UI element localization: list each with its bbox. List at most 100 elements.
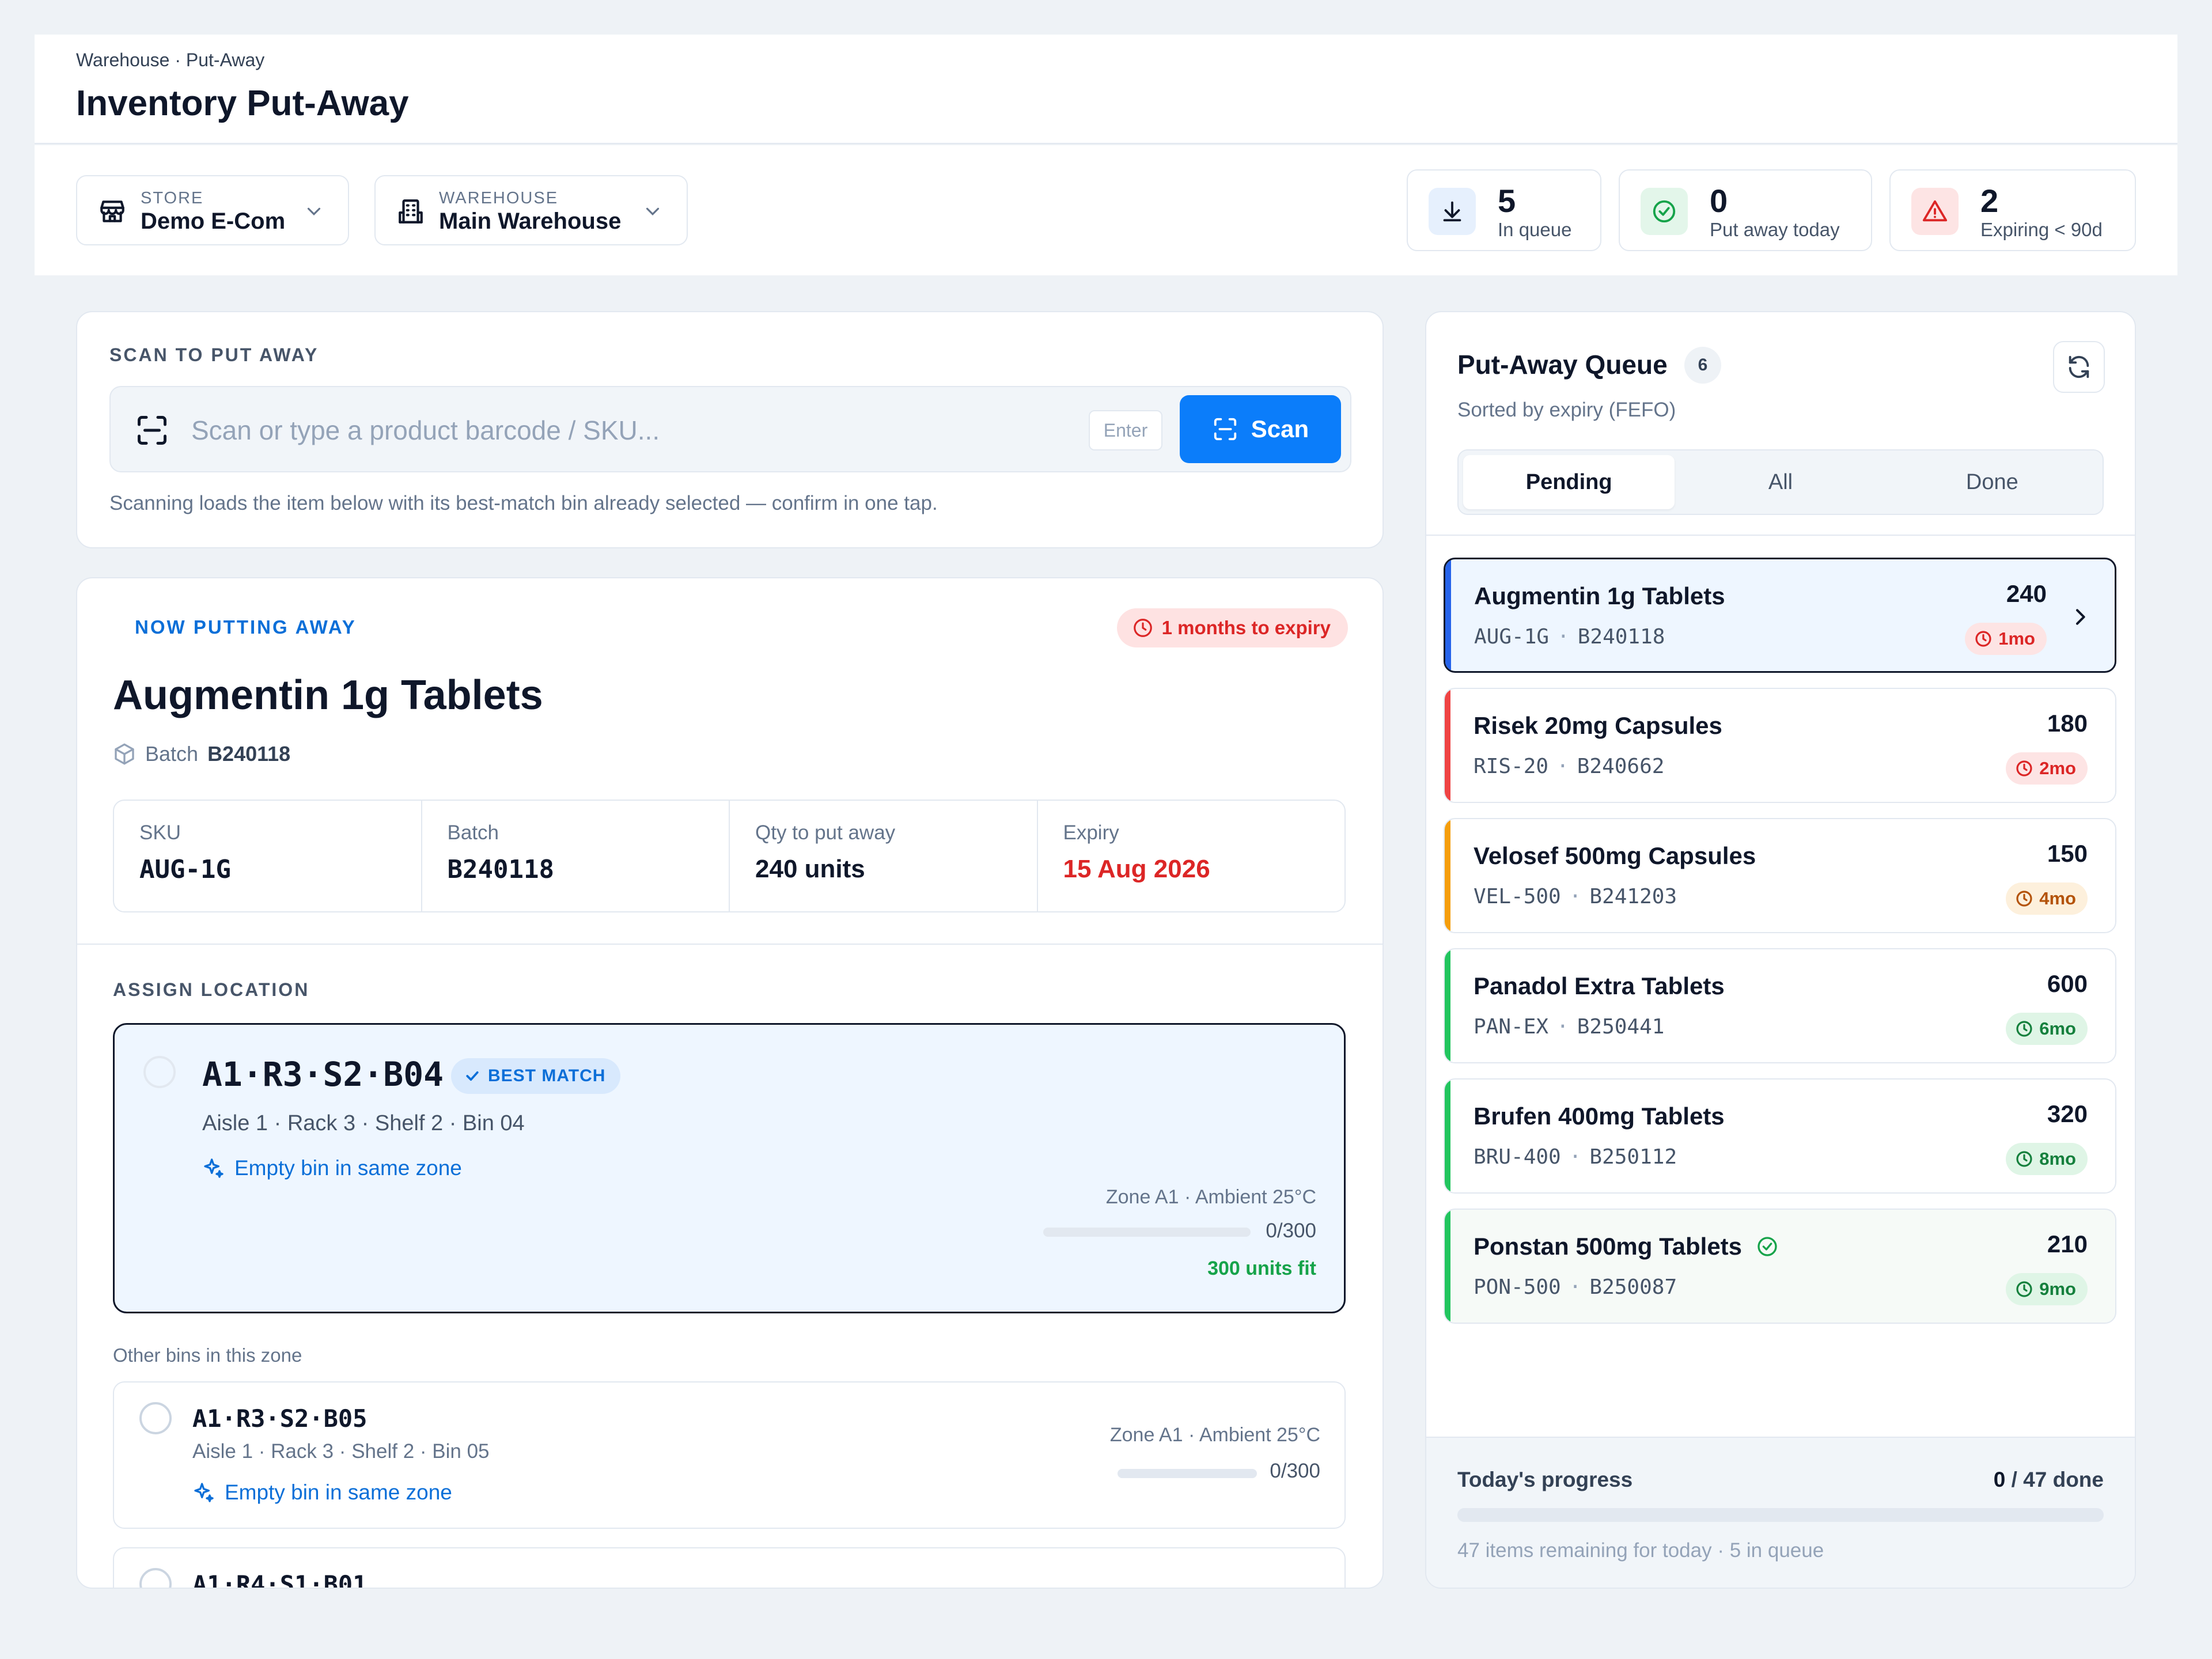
page-title: Inventory Put-Away xyxy=(76,84,409,123)
queue-item[interactable]: Brufen 400mg Tablets BRU-400 · B250112 320 8m… xyxy=(1444,1078,2116,1194)
expiry-pill: 4mo xyxy=(2006,882,2088,915)
queue-item-batch: B250441 xyxy=(1577,1015,1665,1039)
tab-done[interactable]: Done xyxy=(1887,455,2098,509)
info-qty: Qty to put away 240 units xyxy=(730,801,1038,911)
progress-done: 0 xyxy=(1993,1468,2006,1491)
chevron-down-icon xyxy=(646,207,660,215)
warehouse-selector-value: Main Warehouse xyxy=(439,209,622,234)
queue-item-sku: RIS-20 xyxy=(1474,755,1549,778)
tab-pending[interactable]: Pending xyxy=(1463,455,1675,509)
expiry-stripe xyxy=(1445,1080,1450,1192)
queue-item-qty: 240 xyxy=(2006,580,2047,607)
queue-item-name: Velosef 500mg Capsules xyxy=(1474,842,1756,870)
store-selector[interactable]: STORE Demo E-Com xyxy=(76,175,349,245)
queue-count-badge: 6 xyxy=(1684,347,1721,384)
separator-dot: · xyxy=(1569,885,1582,908)
info-batch: Batch B240118 xyxy=(422,801,730,911)
progress-subtitle: 47 items remaining for today · 5 in queu… xyxy=(1457,1539,1824,1562)
stat-label: Expiring < 90d xyxy=(1980,219,2103,240)
refresh-button[interactable] xyxy=(2053,341,2105,393)
stat-label: Put away today xyxy=(1710,219,1840,240)
queue-item-sku: PON-500 xyxy=(1474,1275,1561,1299)
bin-code: A1·R4·S1·B01 xyxy=(192,1570,368,1589)
clock-icon xyxy=(2016,1151,2032,1167)
best-match-badge: BEST MATCH xyxy=(451,1058,621,1094)
info-value: AUG-1G xyxy=(139,855,231,884)
batch-label: Batch xyxy=(145,742,199,766)
info-key: SKU xyxy=(139,821,181,844)
put-away-card: NOW PUTTING AWAY 1 months to expiry Augm… xyxy=(76,577,1384,1589)
stat-badge xyxy=(1429,188,1476,235)
stat-value: 5 xyxy=(1498,183,1516,219)
bin-option[interactable]: A1·R3·S2·B05 Aisle 1 · Rack 3 · Shelf 2 … xyxy=(113,1381,1346,1529)
queue-item-meta: PAN-EX · B250441 xyxy=(1474,1015,1664,1039)
queue-item-name: Panadol Extra Tablets xyxy=(1474,972,1725,1000)
queue-item-batch: B240662 xyxy=(1577,755,1665,778)
clock-icon xyxy=(1975,631,1991,647)
queue-item[interactable]: Ponstan 500mg Tablets PON-500 · B250087 210 9… xyxy=(1444,1209,2116,1324)
breadcrumb[interactable]: Warehouse · Put-Away xyxy=(76,50,264,71)
expiry-pill: 9mo xyxy=(2006,1273,2088,1305)
clock-icon xyxy=(2016,1021,2032,1037)
info-sku: SKU AUG-1G xyxy=(114,801,422,911)
queue-item[interactable]: Risek 20mg Capsules RIS-20 · B240662 180 2mo xyxy=(1444,688,2116,803)
best-match-badge-text: BEST MATCH xyxy=(488,1066,606,1085)
check-circle-icon xyxy=(1758,1237,1777,1256)
queue-item-qty: 320 xyxy=(2047,1100,2088,1127)
warehouse-selector[interactable]: WAREHOUSE Main Warehouse xyxy=(374,175,688,245)
bin-capacity: 0/300 xyxy=(1266,1219,1316,1242)
batch-value: B240118 xyxy=(207,742,291,766)
bin-option[interactable]: A1·R4·S1·B01 xyxy=(113,1547,1346,1589)
bin-note-text: Empty bin in same zone xyxy=(225,1480,452,1504)
expiry-pill-text: 4mo xyxy=(2039,888,2076,908)
stat-value: 2 xyxy=(1980,183,1999,219)
expiry-pill: 6mo xyxy=(2006,1013,2088,1045)
bin-radio[interactable] xyxy=(139,1568,172,1588)
clock-icon xyxy=(2016,891,2032,907)
sparkle-icon xyxy=(204,1158,224,1178)
bin-radio[interactable] xyxy=(139,1402,172,1434)
download-icon xyxy=(1443,201,1461,222)
queue-item-batch: B241203 xyxy=(1589,885,1677,908)
best-match-bin[interactable]: A1·R3·S2·B04 BEST MATCH Aisle 1 · Rack 3… xyxy=(113,1023,1346,1313)
queue-title: Put-Away Queue xyxy=(1457,350,1668,380)
bin-capacity-bar xyxy=(1043,1228,1251,1237)
info-value: B240118 xyxy=(447,855,554,884)
bin-description: Aisle 1 · Rack 3 · Shelf 2 · Bin 04 xyxy=(202,1111,525,1135)
stat-put-away-today: 0 Put away today xyxy=(1619,169,1872,251)
queue-item-name-text: Ponstan 500mg Tablets xyxy=(1474,1233,1743,1260)
queue-item-qty: 150 xyxy=(2047,840,2088,867)
toolbar: STORE Demo E-Com WAREHOUSE Main Warehous… xyxy=(35,145,2177,275)
expiry-pill-text: 6mo xyxy=(2039,1018,2076,1039)
bin-capacity: 0/300 xyxy=(1270,1460,1320,1482)
scan-input[interactable] xyxy=(191,404,940,456)
queue-item-qty: 210 xyxy=(2047,1230,2088,1257)
queue-item-name-text: Panadol Extra Tablets xyxy=(1474,972,1725,999)
queue-item[interactable]: Panadol Extra Tablets PAN-EX · B250441 600 6m… xyxy=(1444,948,2116,1063)
queue-item-meta: BRU-400 · B250112 xyxy=(1474,1145,1677,1169)
queue-item-sku: BRU-400 xyxy=(1474,1145,1561,1169)
bin-radio[interactable] xyxy=(143,1056,176,1088)
sparkle-icon xyxy=(194,1483,214,1502)
stat-badge xyxy=(1911,188,1959,235)
queue-item[interactable]: Velosef 500mg Capsules VEL-500 · B241203 150… xyxy=(1444,818,2116,933)
expiry-badge-text: 1 months to expiry xyxy=(1161,617,1331,638)
queue-item[interactable]: Augmentin 1g Tablets AUG-1G · B240118 240 1mo xyxy=(1444,558,2116,673)
scan-section-label: SCAN TO PUT AWAY xyxy=(109,344,319,365)
progress-footer: Today's progress 0 / 47 done 47 items re… xyxy=(1426,1437,2135,1588)
stat-expiring: 2 Expiring < 90d xyxy=(1889,169,2136,251)
divider xyxy=(77,944,1382,945)
scan-button-label: Scan xyxy=(1251,415,1309,442)
stat-in-queue: 5 In queue xyxy=(1407,169,1601,251)
info-key: Batch xyxy=(447,821,499,844)
expiry-stripe xyxy=(1445,1210,1450,1323)
stat-badge xyxy=(1641,188,1688,235)
scan-button[interactable]: Scan xyxy=(1180,395,1341,463)
page-header: Warehouse · Put-Away Inventory Put-Away xyxy=(35,35,2177,144)
stat-value: 0 xyxy=(1710,183,1728,219)
bin-zone: Zone A1 · Ambient 25°C xyxy=(1109,1424,1320,1446)
refresh-icon xyxy=(2069,355,2089,378)
expiry-stripe xyxy=(1445,949,1450,1062)
bin-fit: 300 units fit xyxy=(1207,1257,1316,1279)
tab-all[interactable]: All xyxy=(1675,455,1886,509)
